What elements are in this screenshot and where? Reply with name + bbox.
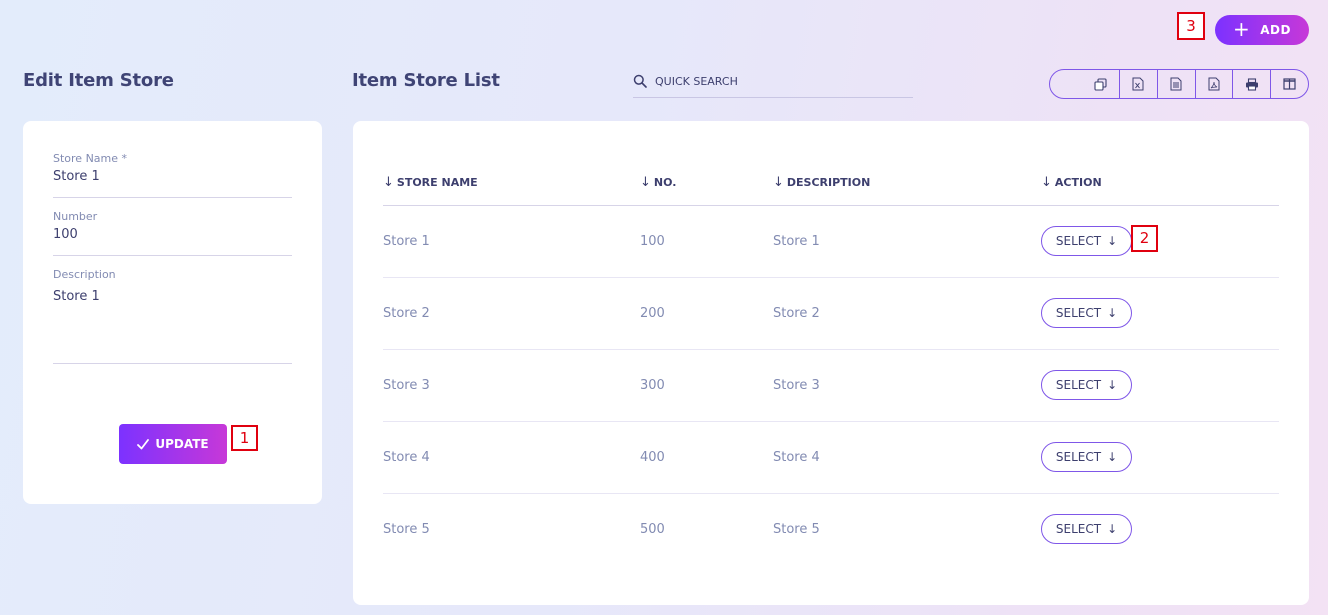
description-cell: Store 5 <box>773 521 820 537</box>
number-field: Number <box>53 210 292 256</box>
action-cell: SELECT ↓ <box>1041 205 1279 278</box>
plus-icon: + <box>1233 17 1251 41</box>
add-button-label: ADD <box>1260 23 1291 37</box>
column-header-action[interactable]: ↓ ACTION <box>1041 161 1279 206</box>
copy-button[interactable] <box>1050 70 1121 98</box>
number-cell: 200 <box>640 277 773 350</box>
export-toolbar <box>1049 69 1309 99</box>
check-icon <box>137 438 150 449</box>
store-name-label: Store Name * <box>53 152 128 165</box>
print-button[interactable] <box>1233 70 1272 98</box>
table-row: Store 2 200 Store 2 SELECT ↓ <box>383 277 1279 350</box>
store-name-cell: Store 3 <box>383 349 640 422</box>
store-name-input[interactable] <box>53 169 292 184</box>
edit-store-form: Store Name * Number Description Store 1 … <box>23 121 322 504</box>
table-row: Store 4 400 Store 4 SELECT ↓ <box>383 421 1279 494</box>
csv-icon <box>1170 77 1182 91</box>
search-icon <box>633 74 647 88</box>
store-name-cell: Store 2 <box>383 277 640 350</box>
description-field: Description Store 1 <box>53 268 292 364</box>
annotation-marker-3: 3 <box>1177 12 1205 40</box>
arrow-down-icon: ↓ <box>1107 234 1118 248</box>
number-cell: 100 <box>640 205 773 278</box>
annotation-marker-1: 1 <box>231 425 258 451</box>
store-name-cell: Store 5 <box>383 521 430 537</box>
item-store-list-card: ↓ STORE NAME ↓ NO. ↓ DESCRIPTION ↓ ACTION St… <box>353 121 1309 605</box>
column-header-store-name[interactable]: ↓ STORE NAME <box>383 161 640 206</box>
quick-search-input[interactable] <box>655 74 895 88</box>
edit-item-store-title: Edit Item Store <box>23 70 174 91</box>
update-button-label: UPDATE <box>155 437 209 451</box>
number-cell: 300 <box>640 349 773 422</box>
print-icon <box>1245 77 1258 91</box>
excel-button[interactable] <box>1120 70 1158 98</box>
action-cell: SELECT ↓ <box>1041 277 1279 350</box>
sort-arrow-icon: ↓ <box>640 175 651 191</box>
item-store-table: ↓ STORE NAME ↓ NO. ↓ DESCRIPTION ↓ ACTION St… <box>383 161 1279 565</box>
copy-icon <box>1094 77 1107 91</box>
column-header-no[interactable]: ↓ NO. <box>640 161 773 206</box>
arrow-down-icon: ↓ <box>1107 522 1118 537</box>
description-cell: Store 3 <box>773 349 1041 422</box>
add-button[interactable]: + ADD <box>1215 15 1309 45</box>
sort-arrow-icon: ↓ <box>773 175 784 191</box>
table-header-row: ↓ STORE NAME ↓ NO. ↓ DESCRIPTION ↓ ACTION <box>383 161 1279 206</box>
action-cell: SELECT ↓ <box>1041 421 1279 494</box>
select-button[interactable]: SELECT ↓ <box>1041 226 1132 256</box>
table-row: Store 5 500 Store 5 SELECT ↓ <box>383 493 1279 565</box>
update-button[interactable]: UPDATE <box>119 424 227 464</box>
number-cell: 400 <box>640 421 773 494</box>
select-button[interactable]: SELECT ↓ <box>1041 370 1132 400</box>
columns-icon <box>1283 78 1296 90</box>
select-button[interactable]: SELECT ↓ <box>1041 514 1132 545</box>
column-header-description[interactable]: ↓ DESCRIPTION <box>773 161 1041 206</box>
action-cell: SELECT ↓ <box>1041 349 1279 422</box>
arrow-down-icon: ↓ <box>1107 378 1118 392</box>
arrow-down-icon: ↓ <box>1107 306 1118 320</box>
columns-button[interactable] <box>1271 70 1308 98</box>
select-button[interactable]: SELECT ↓ <box>1041 298 1132 328</box>
pdf-icon <box>1208 77 1220 91</box>
number-cell: 500 <box>640 521 665 537</box>
description-label: Description <box>53 268 116 281</box>
quick-search <box>633 65 913 98</box>
store-name-cell: Store 1 <box>383 205 640 278</box>
action-cell: SELECT ↓ <box>1041 493 1279 565</box>
sort-arrow-icon: ↓ <box>1041 175 1052 191</box>
item-store-list-title: Item Store List <box>352 70 500 91</box>
sort-arrow-icon: ↓ <box>383 175 394 191</box>
number-label: Number <box>53 210 98 223</box>
description-input[interactable]: Store 1 <box>53 289 292 349</box>
excel-icon <box>1132 77 1144 91</box>
description-cell: Store 1 <box>773 205 1041 278</box>
number-input[interactable] <box>53 227 292 242</box>
select-button[interactable]: SELECT ↓ <box>1041 442 1132 472</box>
description-cell: Store 4 <box>773 421 1041 494</box>
description-cell: Store 2 <box>773 277 1041 350</box>
csv-button[interactable] <box>1158 70 1196 98</box>
arrow-down-icon: ↓ <box>1107 450 1118 464</box>
store-name-cell: Store 4 <box>383 421 640 494</box>
pdf-button[interactable] <box>1196 70 1234 98</box>
store-name-field: Store Name * <box>53 152 292 198</box>
table-row: Store 3 300 Store 3 SELECT ↓ <box>383 349 1279 422</box>
annotation-marker-2: 2 <box>1131 225 1158 252</box>
